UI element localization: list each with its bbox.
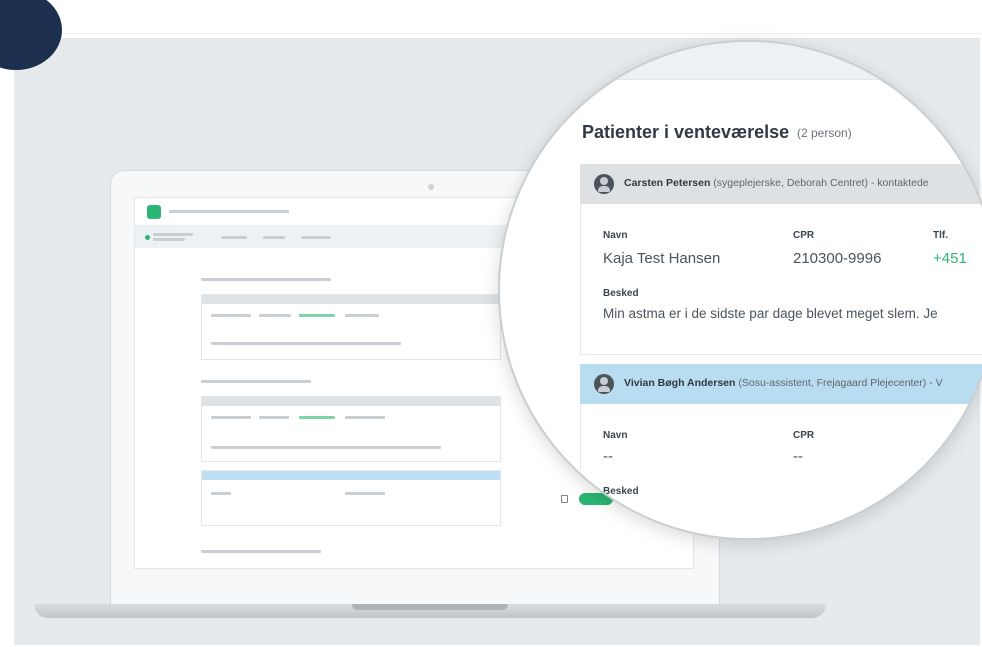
magnified-topbar <box>500 42 982 80</box>
screen-card <box>201 294 501 360</box>
patient-card: Navn CPR Tlf. Kaja Test Hansen 210300-99… <box>580 204 982 354</box>
card-divider <box>580 354 982 355</box>
caregiver-name: Carsten Petersen <box>624 177 711 189</box>
patient-header-band: Carsten Petersen (sygeplejerske, Deborah… <box>580 164 982 204</box>
trash-icon <box>561 495 568 503</box>
patient-header-band: Vivian Bøgh Andersen (Sosu-assistent, Fr… <box>580 364 982 404</box>
patient-cpr: -- <box>793 448 803 465</box>
screen-section-title-blur <box>201 550 321 553</box>
screen-blur-line <box>259 416 289 419</box>
patient-phone-link[interactable]: +451 <box>933 250 967 267</box>
app-logo-icon <box>147 205 161 219</box>
screen-card-head <box>202 471 500 480</box>
section-title: Patienter i venteværelse <box>582 122 790 142</box>
patient-header-text: Vivian Bøgh Andersen (Sosu-assistent, Fr… <box>624 377 943 389</box>
patient-name: -- <box>603 448 613 465</box>
patient-message: Min astma er i de sidste par dage blevet… <box>603 306 938 321</box>
screen-nav-active-sub-blur <box>153 238 185 241</box>
cpr-label: CPR <box>793 430 815 441</box>
name-label: Navn <box>603 430 628 441</box>
screen-card-head <box>202 397 500 406</box>
avatar-icon <box>594 174 614 194</box>
screen-card-head <box>202 295 500 304</box>
caregiver-name: Vivian Bøgh Andersen <box>624 377 736 389</box>
screen-blur-line <box>345 492 385 495</box>
screen-blur-line <box>211 446 441 449</box>
screen-blur-line <box>299 314 335 317</box>
screen-blur-line <box>211 342 401 345</box>
screen-blur-line <box>345 416 385 419</box>
magnifier-lens: Patienter i venteværelse (2 person) Cars… <box>498 40 982 540</box>
status-dot-icon <box>145 235 150 240</box>
message-label: Besked <box>603 486 639 497</box>
screen-nav-item-blur <box>263 236 285 239</box>
screen-nav-item-blur <box>221 236 247 239</box>
name-label: Navn <box>603 230 628 241</box>
screen-blur-line <box>211 492 231 495</box>
cpr-label: CPR <box>793 230 815 241</box>
laptop-base-notch <box>352 604 508 610</box>
screen-section-title-blur <box>201 278 331 281</box>
patient-card: Navn CPR -- -- Besked <box>580 404 982 538</box>
screen-section-title-blur <box>201 380 311 383</box>
patient-cpr: 210300-9996 <box>793 250 882 267</box>
screen-blur-line <box>211 416 251 419</box>
stage: Patienter i venteværelse (2 person) Cars… <box>0 0 982 647</box>
top-strip <box>0 0 982 34</box>
screen-blur-line <box>299 416 335 419</box>
screen-blur-line <box>211 314 251 317</box>
screen-blur-line <box>345 314 379 317</box>
screen-nav-item-blur <box>301 236 331 239</box>
avatar-icon <box>594 374 614 394</box>
camera-dot <box>428 184 434 190</box>
screen-title-blur <box>169 210 289 213</box>
caregiver-detail: (Sosu-assistent, Frejagaard Plejecenter)… <box>735 377 943 389</box>
caregiver-detail: (sygeplejerske, Deborah Centret) - konta… <box>710 177 929 189</box>
patient-header-text: Carsten Petersen (sygeplejerske, Deborah… <box>624 177 929 189</box>
patient-name: Kaja Test Hansen <box>603 250 721 267</box>
screen-card <box>201 470 501 526</box>
screen-nav-active-blur <box>153 233 193 236</box>
screen-card <box>201 396 501 462</box>
phone-label: Tlf. <box>933 230 948 241</box>
message-label: Besked <box>603 288 639 299</box>
screen-blur-line <box>259 314 291 317</box>
section-count: (2 person) <box>797 126 852 140</box>
